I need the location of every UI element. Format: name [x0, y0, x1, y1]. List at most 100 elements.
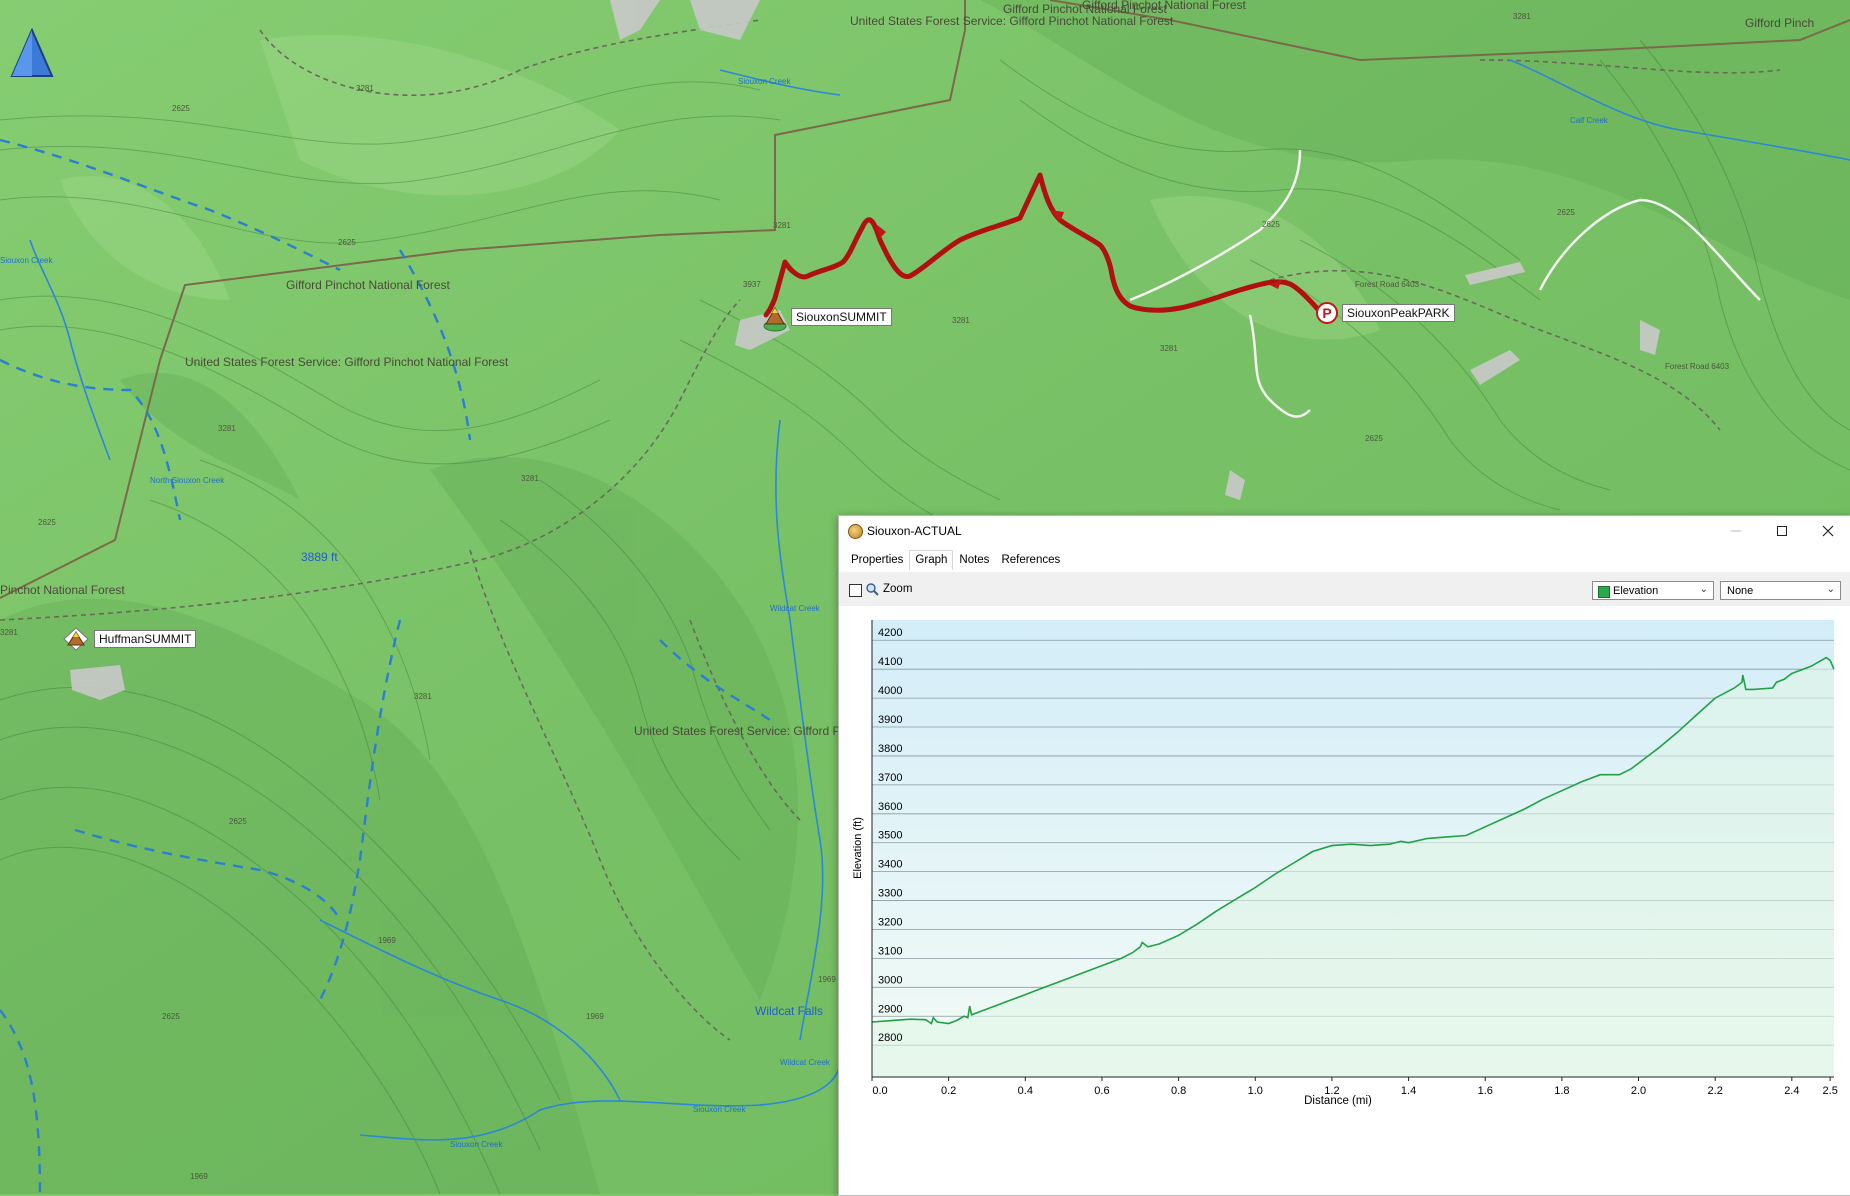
map-label: Gifford Pinchot National Forest — [1003, 2, 1167, 16]
map-label: 2625 — [1262, 220, 1280, 229]
tab-references[interactable]: References — [995, 550, 1066, 570]
map-label: 3281 — [773, 221, 791, 230]
map-label: 3281 — [218, 424, 236, 433]
y-axis-title: Elevation (ft) — [852, 817, 864, 879]
map-label: 2625 — [172, 104, 190, 113]
x-tick-label: 0.0 — [872, 1085, 887, 1097]
map-label: 3281 — [1513, 12, 1531, 21]
graph-type-select[interactable]: Elevation ⌄ — [1592, 581, 1714, 600]
window-title: Siouxon-ACTUAL — [867, 524, 962, 538]
map-label: 3281 — [414, 692, 432, 701]
y-tick-label: 3300 — [878, 888, 902, 900]
map-label: Wildcat Falls — [755, 1004, 824, 1018]
x-tick-label: 0.2 — [941, 1085, 956, 1097]
y-tick-labels: 2800 2900 3000 3100 3200 3300 3400 3500 3600 3700… — [878, 627, 902, 1044]
x-axis-title: Distance (mi) — [1304, 1095, 1372, 1107]
map-label: Wildcat Creek — [770, 604, 820, 613]
y-tick-label: 4200 — [878, 627, 902, 639]
map-label: 3889 ft — [301, 550, 338, 564]
chevron-down-icon: ⌄ — [1826, 584, 1835, 595]
north-arrow-icon[interactable] — [10, 28, 54, 80]
zoom-checkbox[interactable] — [849, 584, 862, 597]
y-tick-label: 4000 — [878, 685, 902, 697]
tab-notes[interactable]: Notes — [953, 550, 995, 570]
secondary-graph-value: None — [1727, 585, 1754, 597]
map-label: Gifford Pinchot National Forest — [286, 278, 450, 292]
map-label: Calf Creek — [1570, 116, 1608, 125]
maximize-button[interactable] — [1759, 516, 1805, 546]
map-label: 1969 — [378, 936, 396, 945]
y-tick-label: 3600 — [878, 801, 902, 813]
zoom-label: Zoom — [883, 583, 913, 595]
map-label: 2625 — [229, 817, 247, 826]
map-label: Forest Road 6403 — [1665, 362, 1730, 371]
x-tick-label: 2.5 — [1823, 1085, 1838, 1097]
waypoint-siouxon-summit[interactable]: SiouxonSUMMIT — [763, 302, 892, 332]
tab-graph[interactable]: Graph — [909, 550, 954, 570]
minimize-icon — [1731, 530, 1741, 532]
map-label: 1969 — [586, 1012, 604, 1021]
x-tick-label: 2.4 — [1784, 1085, 1799, 1097]
close-icon — [1822, 525, 1834, 537]
track-properties-window: Siouxon-ACTUAL Properties Graph Notes Re… — [838, 515, 1850, 1196]
minimize-button[interactable] — [1713, 516, 1759, 546]
chevron-down-icon: ⌄ — [1699, 584, 1708, 595]
waypoint-siouxon-peak-park[interactable]: P SiouxonPeakPARK — [1316, 302, 1455, 324]
map-label: 2625 — [162, 1012, 180, 1021]
y-tick-label: 4100 — [878, 656, 902, 668]
map-label: Gifford Pinch — [1745, 16, 1815, 30]
graph-type-value: Elevation — [1613, 585, 1659, 597]
secondary-graph-select[interactable]: None ⌄ — [1720, 581, 1841, 600]
svg-text:P: P — [1322, 305, 1331, 321]
map-label: Wildcat Creek — [780, 1058, 830, 1067]
close-button[interactable] — [1805, 516, 1850, 546]
x-tick-label: 2.2 — [1708, 1085, 1723, 1097]
map-label: 3281 — [952, 316, 970, 325]
map-label: 1969 — [818, 975, 836, 984]
map-label: Siouxon Creek — [0, 256, 53, 265]
map-label: 3937 — [743, 280, 761, 289]
map-label: 2625 — [338, 238, 356, 247]
x-tick-label: 1.4 — [1401, 1085, 1416, 1097]
map-label: United States Forest Service: Gifford Pi… — [185, 355, 509, 369]
y-tick-label: 2800 — [878, 1032, 902, 1044]
map-label: 2625 — [1557, 208, 1575, 217]
title-bar[interactable]: Siouxon-ACTUAL — [839, 516, 1850, 546]
waypoint-label: HuffmanSUMMIT — [94, 630, 197, 648]
map-label: 3281 — [521, 474, 539, 483]
elevation-chart[interactable]: 2800 2900 3000 3100 3200 3300 3400 3500 3600 3700… — [839, 606, 1850, 1195]
x-tick-labels: 0.0 0.2 0.4 0.6 0.8 1.0 1.2 1.4 1.6 1.8 2.0 2.2 2.4 2… — [871, 1077, 1838, 1097]
magnifier-icon — [866, 583, 879, 596]
waypoint-label: SiouxonPeakPARK — [1342, 304, 1455, 322]
x-tick-label: 1.0 — [1248, 1085, 1263, 1097]
map-label: United States Forest Service: Gifford Pi… — [634, 724, 863, 738]
map-label: Siouxon Creek — [450, 1140, 503, 1149]
x-tick-label: 1.8 — [1554, 1085, 1569, 1097]
x-tick-label: 2.0 — [1631, 1085, 1646, 1097]
map-label: Forest Road 6403 — [1355, 280, 1420, 289]
maximize-icon — [1777, 526, 1787, 536]
x-tick-label: 1.6 — [1478, 1085, 1493, 1097]
map-label: 2625 — [38, 518, 56, 527]
map-label: 3281 — [0, 628, 18, 637]
y-tick-label: 3200 — [878, 916, 902, 928]
map-label: 3281 — [356, 84, 374, 93]
map-label: 2625 — [1365, 434, 1383, 443]
tab-strip: Properties Graph Notes References — [845, 550, 1066, 570]
y-tick-label: 3400 — [878, 859, 902, 871]
y-tick-label: 3800 — [878, 743, 902, 755]
y-tick-label: 3700 — [878, 772, 902, 784]
map-label: United States Forest Service: Gifford Pi… — [850, 14, 1174, 28]
map-label: 1969 — [190, 1172, 208, 1181]
tab-properties[interactable]: Properties — [845, 550, 909, 570]
map-label: Pinchot National Forest — [0, 583, 125, 597]
waypoint-huffman-summit[interactable]: HuffmanSUMMIT — [62, 626, 197, 652]
series-color-swatch — [1598, 586, 1610, 598]
map-label: 3281 — [1160, 344, 1178, 353]
map-label: Siouxon Creek — [738, 77, 791, 86]
y-tick-label: 3900 — [878, 714, 902, 726]
summit-icon — [63, 627, 89, 651]
waypoint-label: SiouxonSUMMIT — [791, 308, 892, 326]
y-tick-label: 2900 — [878, 1003, 902, 1015]
app-icon — [848, 524, 863, 539]
